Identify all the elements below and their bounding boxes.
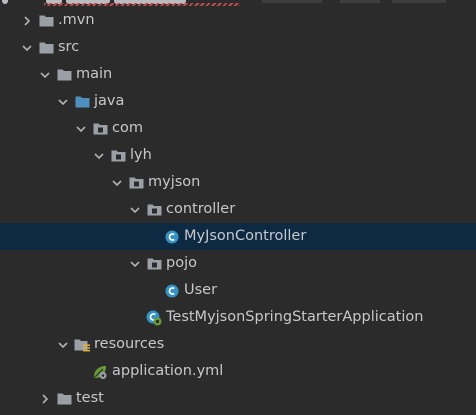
tree-node-label: src xyxy=(58,39,80,55)
chevron-right-icon[interactable] xyxy=(38,392,52,406)
tree-node-mvn[interactable]: .mvn xyxy=(0,7,476,34)
chevron-right-icon[interactable] xyxy=(20,14,34,28)
tree-node-myjsoncontroller[interactable]: MyJsonController xyxy=(0,223,476,250)
tree-node-test[interactable]: test xyxy=(0,385,476,412)
source-root-folder-icon xyxy=(74,94,90,110)
chevron-down-icon[interactable] xyxy=(74,122,88,136)
tree-node-resources[interactable]: resources xyxy=(0,331,476,358)
tree-node-label: test xyxy=(76,390,104,406)
tree-node-label: TestMyjsonSpringStarterApplication xyxy=(166,309,424,325)
chevron-down-icon[interactable] xyxy=(56,95,70,109)
tree-node-application-yml[interactable]: application.yml xyxy=(0,358,476,385)
tree-node-pojo[interactable]: pojo xyxy=(0,250,476,277)
tree-node-controller[interactable]: controller xyxy=(0,196,476,223)
tree-node-label: application.yml xyxy=(112,363,224,379)
java-class-icon xyxy=(164,229,180,245)
tree-node-label: MyJsonController xyxy=(184,228,307,244)
chevron-down-icon[interactable] xyxy=(20,41,34,55)
chevron-down-icon[interactable] xyxy=(128,203,142,217)
tree-node-java[interactable]: java xyxy=(0,88,476,115)
tree-node-com[interactable]: com xyxy=(0,115,476,142)
folder-icon xyxy=(38,40,54,56)
chevron-down-icon[interactable] xyxy=(110,176,124,190)
tree-node-label: controller xyxy=(166,201,236,217)
tree-node-label: main xyxy=(76,66,113,82)
package-icon xyxy=(146,256,162,272)
tree-node-label: User xyxy=(184,282,218,298)
tree-node-label: resources xyxy=(94,336,165,352)
tree-node-lyh[interactable]: lyh xyxy=(0,142,476,169)
tree-node-application-class[interactable]: TestMyjsonSpringStarterApplication xyxy=(0,304,476,331)
java-class-icon xyxy=(164,283,180,299)
folder-icon xyxy=(56,391,72,407)
package-icon xyxy=(92,121,108,137)
spring-yml-icon xyxy=(92,364,108,380)
tree-node-myjson[interactable]: myjson xyxy=(0,169,476,196)
resources-folder-icon xyxy=(74,337,90,353)
tree-node-label: myjson xyxy=(148,174,201,190)
tree-node-label: com xyxy=(112,120,143,136)
package-icon xyxy=(128,175,144,191)
package-icon xyxy=(110,148,126,164)
chevron-down-icon[interactable] xyxy=(56,338,70,352)
tree-node-user[interactable]: User xyxy=(0,277,476,304)
tree-node-main[interactable]: main xyxy=(0,61,476,88)
package-icon xyxy=(146,202,162,218)
tree-node-label: lyh xyxy=(130,147,152,163)
chevron-down-icon[interactable] xyxy=(38,68,52,82)
chevron-down-icon[interactable] xyxy=(92,149,106,163)
folder-icon xyxy=(38,13,54,29)
chevron-down-icon[interactable] xyxy=(128,257,142,271)
tree-node-src[interactable]: src xyxy=(0,34,476,61)
folder-icon xyxy=(56,67,72,83)
tree-node-label: pojo xyxy=(166,255,197,271)
tree-node-label: java xyxy=(94,93,125,109)
tree-node-label: .mvn xyxy=(58,12,95,28)
spring-boot-class-icon xyxy=(146,310,162,326)
